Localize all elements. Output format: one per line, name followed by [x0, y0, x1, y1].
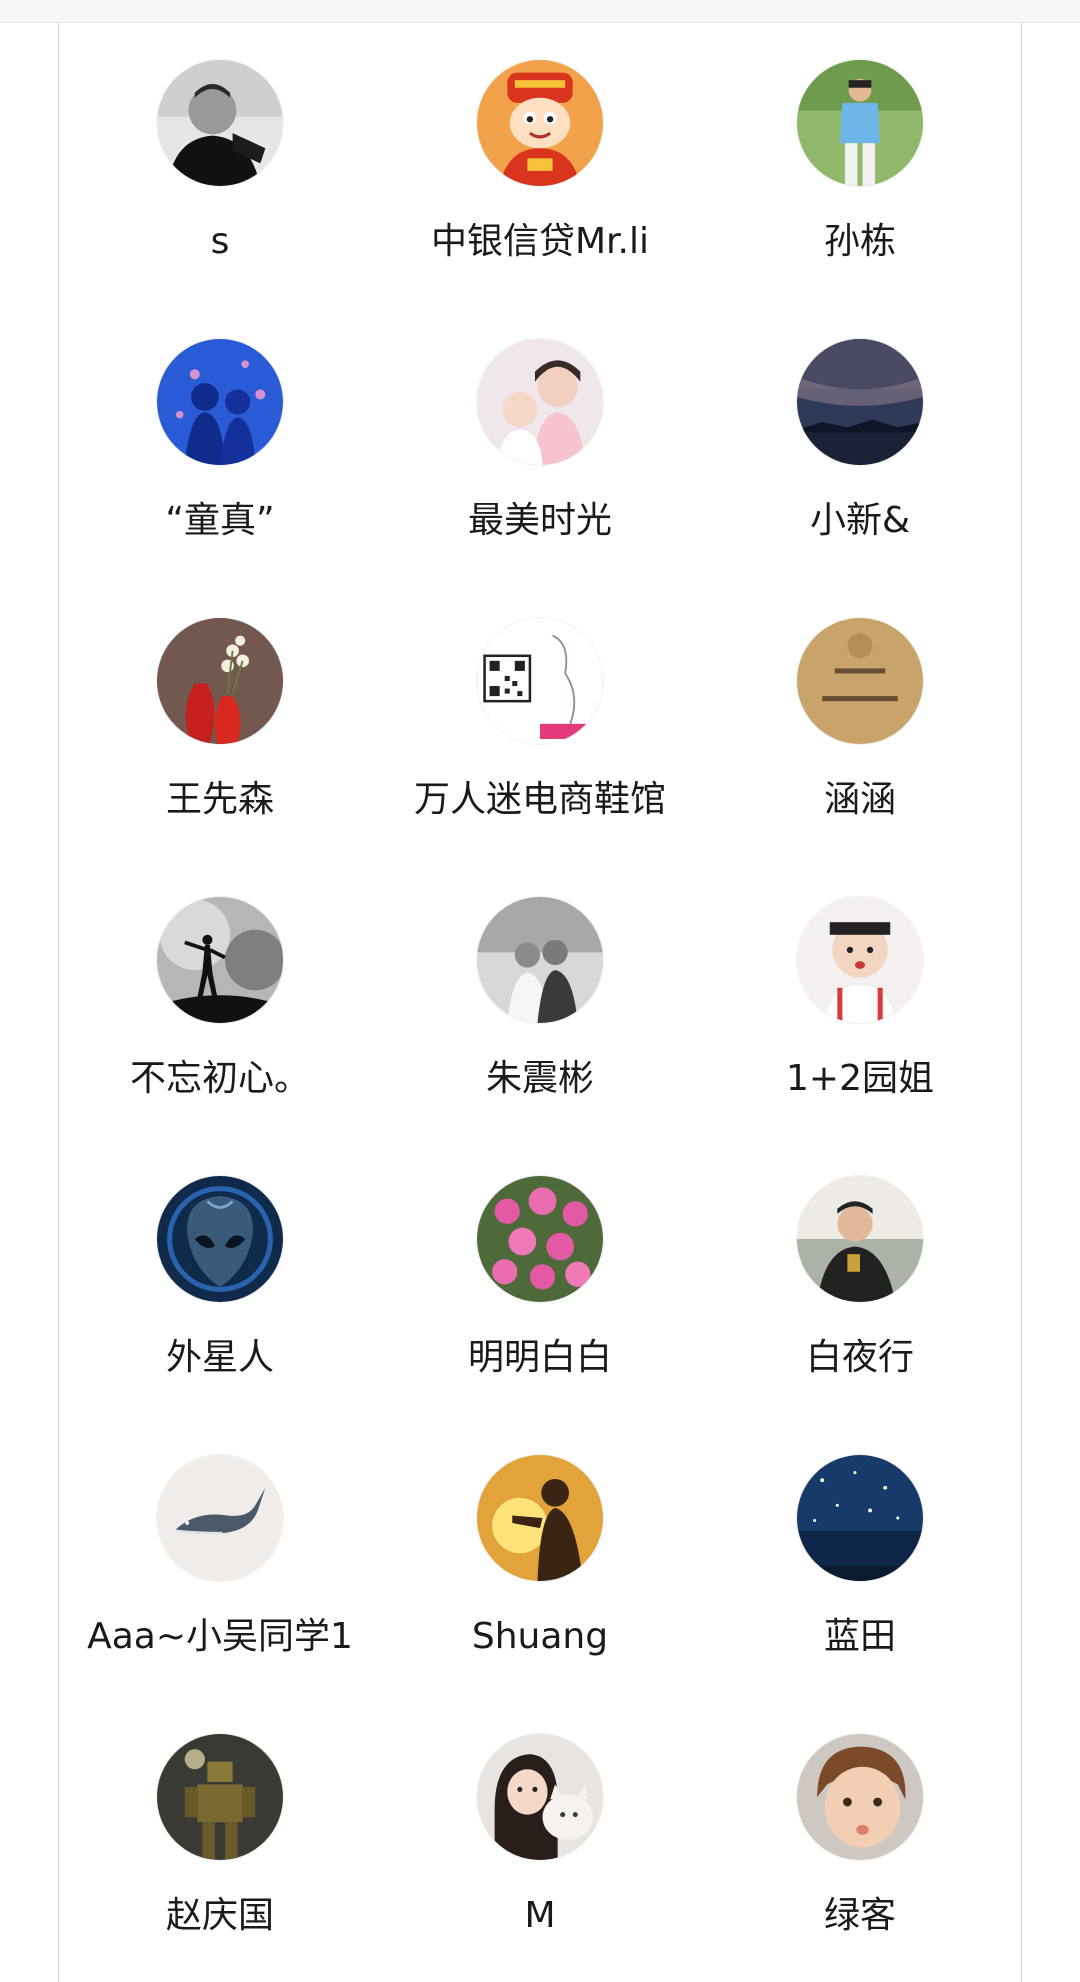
pink-flowers-icon[interactable]	[477, 1176, 603, 1302]
member-name: 小新&	[809, 500, 911, 541]
member-name: 朱震彬	[485, 1058, 594, 1099]
member-item[interactable]: 赵庆国	[60, 1696, 380, 1975]
alien-head-icon[interactable]	[157, 1176, 283, 1302]
children-silhouette-blue-icon[interactable]	[157, 339, 283, 465]
member-name: M	[524, 1895, 556, 1936]
member-name: 绿客	[823, 1895, 896, 1936]
member-name: 王先森	[165, 779, 274, 820]
starry-night-icon[interactable]	[797, 1455, 923, 1581]
member-item[interactable]: 中银信贷Mr.li	[380, 22, 700, 301]
red-vase-flowers-icon[interactable]	[157, 618, 283, 744]
member-item[interactable]: 万人迷电商鞋馆	[380, 580, 700, 859]
member-name: 外星人	[165, 1337, 274, 1378]
member-name: s	[210, 221, 230, 262]
member-item[interactable]: 朱震彬	[380, 859, 700, 1138]
member-item[interactable]: Shuang	[380, 1417, 700, 1696]
calligraphy-badge-icon[interactable]	[797, 618, 923, 744]
member-name: 最美时光	[467, 500, 612, 541]
member-name: Aaa~小吴同学1	[87, 1616, 353, 1657]
member-name: 蓝田	[823, 1616, 896, 1657]
top-status-strip	[0, 0, 1080, 23]
member-item[interactable]: 1+2园姐	[700, 859, 1020, 1138]
sunset-silhouette-icon[interactable]	[477, 1455, 603, 1581]
member-item[interactable]: 明明白白	[380, 1138, 700, 1417]
member-name: 孙栋	[823, 221, 896, 262]
child-face-icon[interactable]	[797, 1734, 923, 1860]
night-sky-icon[interactable]	[797, 339, 923, 465]
silhouette-storm-icon[interactable]	[157, 897, 283, 1023]
member-grid: s 中银信贷Mr.li 孙栋 “童真” 最美时光 小新& 王先森 万人迷电商鞋馆…	[59, 22, 1021, 1975]
member-item[interactable]: 最美时光	[380, 301, 700, 580]
member-item[interactable]: 不忘初心。	[60, 859, 380, 1138]
portrait-man-bw-icon[interactable]	[157, 60, 283, 186]
container-right-border	[1021, 22, 1022, 1982]
man-suit-photo-icon[interactable]	[797, 1176, 923, 1302]
mother-baby-photo-icon[interactable]	[477, 339, 603, 465]
member-item[interactable]: Aaa~小吴同学1	[60, 1417, 380, 1696]
member-name: 不忘初心。	[129, 1058, 310, 1099]
man-outdoors-icon[interactable]	[797, 60, 923, 186]
member-item[interactable]: 白夜行	[700, 1138, 1020, 1417]
girl-with-cat-icon[interactable]	[477, 1734, 603, 1860]
member-name: “童真”	[165, 500, 275, 541]
member-item[interactable]: 小新&	[700, 301, 1020, 580]
member-item[interactable]: 绿客	[700, 1696, 1020, 1975]
member-item[interactable]: s	[60, 22, 380, 301]
child-headband-icon[interactable]	[797, 897, 923, 1023]
member-item[interactable]: “童真”	[60, 301, 380, 580]
couple-bw-photo-icon[interactable]	[477, 897, 603, 1023]
member-name: 白夜行	[805, 1337, 914, 1378]
member-item[interactable]: 蓝田	[700, 1417, 1020, 1696]
member-item[interactable]: M	[380, 1696, 700, 1975]
member-name: 中银信贷Mr.li	[430, 221, 649, 262]
member-item[interactable]: 王先森	[60, 580, 380, 859]
member-name: 1+2园姐	[786, 1058, 934, 1099]
member-item[interactable]: 外星人	[60, 1138, 380, 1417]
qr-code-ad-icon[interactable]	[477, 618, 603, 744]
cartoon-fortune-god-icon[interactable]	[477, 60, 603, 186]
robot-figure-icon[interactable]	[157, 1734, 283, 1860]
member-name: 赵庆国	[165, 1895, 274, 1936]
member-name: 涵涵	[823, 779, 896, 820]
whale-icon[interactable]	[157, 1455, 283, 1581]
member-name: Shuang	[471, 1616, 609, 1657]
member-item[interactable]: 涵涵	[700, 580, 1020, 859]
member-name: 万人迷电商鞋馆	[413, 779, 666, 820]
member-item[interactable]: 孙栋	[700, 22, 1020, 301]
member-name: 明明白白	[467, 1337, 612, 1378]
